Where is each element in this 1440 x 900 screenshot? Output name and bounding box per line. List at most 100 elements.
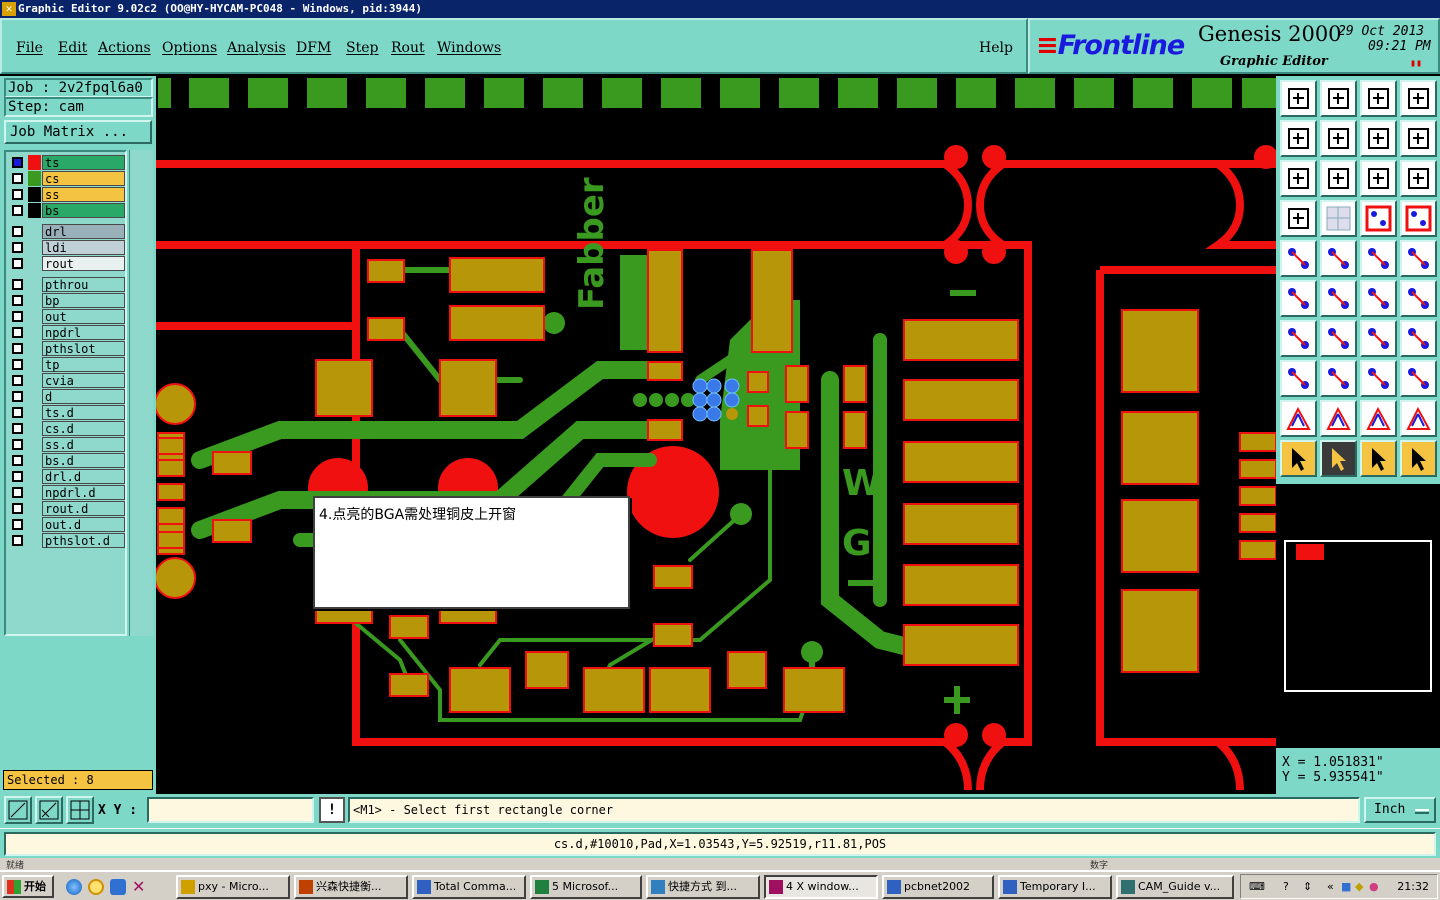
layer-row-pthrou[interactable]: pthrou	[8, 277, 126, 292]
x-app-icon[interactable]: ✕	[132, 879, 148, 895]
layer-checkbox[interactable]	[12, 519, 23, 530]
taskbar-item[interactable]: pxy - Micro...	[176, 875, 290, 899]
pcb-drawing[interactable]: Fabber W G	[156, 76, 1276, 794]
taskbar-item[interactable]: Total Comma...	[412, 875, 526, 899]
menu-help[interactable]: Help	[979, 40, 1013, 56]
taskbar-item[interactable]: 兴森快捷衡...	[294, 875, 408, 899]
overview-viewport[interactable]	[1296, 544, 1324, 560]
layer-checkbox[interactable]	[12, 327, 23, 338]
tool-angle-button[interactable]	[1280, 320, 1317, 357]
menu-edit[interactable]: Edit	[58, 40, 87, 56]
tool-download-button[interactable]	[1320, 80, 1357, 117]
tool-scale-1-2-button[interactable]	[1360, 160, 1397, 197]
layer-row-pthslot-d[interactable]: pthslot.d	[8, 533, 126, 548]
tool-window-split-button[interactable]	[1400, 80, 1437, 117]
pause-icon[interactable]: ▮▮	[1410, 58, 1422, 69]
tool-loop-button[interactable]	[1360, 120, 1397, 157]
tool-triangle-button[interactable]	[1280, 400, 1317, 437]
layer-row-rout-d[interactable]: rout.d	[8, 501, 126, 516]
tool-x-node-button[interactable]	[1320, 280, 1357, 317]
menu-options[interactable]: Options	[162, 40, 217, 56]
layer-checkbox[interactable]	[12, 535, 23, 546]
xy-input[interactable]	[147, 797, 314, 823]
tool-s-curve-button[interactable]	[1400, 120, 1437, 157]
layer-checkbox[interactable]	[12, 343, 23, 354]
tool-select-circle-button[interactable]	[1360, 440, 1397, 477]
network-icon[interactable]: ■	[1341, 880, 1351, 893]
tool-cut-button[interactable]	[1320, 360, 1357, 397]
layer-row-ss[interactable]: ss	[8, 187, 126, 202]
layer-row-drl[interactable]: drl	[8, 224, 126, 239]
layer-checkbox[interactable]	[12, 173, 23, 184]
tool-triangle-a-button[interactable]	[1320, 400, 1357, 437]
layer-checkbox[interactable]	[12, 455, 23, 466]
layer-checkbox[interactable]	[12, 503, 23, 514]
layer-row-npdrl-d[interactable]: npdrl.d	[8, 485, 126, 500]
layer-row-ss-d[interactable]: ss.d	[8, 437, 126, 452]
layer-checkbox[interactable]	[12, 487, 23, 498]
tool-ruler-button[interactable]	[1360, 240, 1397, 277]
layer-checkbox[interactable]	[12, 295, 23, 306]
expand-icon[interactable]: «	[1327, 880, 1334, 893]
arrows-icon[interactable]: ⇕	[1303, 880, 1312, 893]
layer-checkbox[interactable]	[12, 242, 23, 253]
tool-push-left-button[interactable]	[1280, 120, 1317, 157]
layer-checkbox[interactable]	[12, 258, 23, 269]
layer-row-cs-d[interactable]: cs.d	[8, 421, 126, 436]
tool-triangle-outline-button[interactable]	[1360, 400, 1397, 437]
tool-route-button[interactable]	[1400, 440, 1437, 477]
menu-dfm[interactable]: DFM	[296, 40, 331, 56]
help-icon[interactable]: ?	[1283, 880, 1289, 893]
job-matrix-button[interactable]: Job Matrix ...	[4, 120, 152, 144]
tool-resize-box-button[interactable]	[1360, 360, 1397, 397]
layer-scrollbar[interactable]	[129, 150, 153, 636]
tool-line-button[interactable]	[1320, 320, 1357, 357]
taskbar-item[interactable]: 4 X window...	[764, 875, 878, 899]
layer-row-ts[interactable]: ts	[8, 155, 126, 170]
layer-checkbox[interactable]	[12, 391, 23, 402]
tool-select-arrow-button[interactable]	[1280, 440, 1317, 477]
layer-checkbox[interactable]	[12, 311, 23, 322]
tool-triangle-r-button[interactable]	[1400, 400, 1437, 437]
tool-grid-button[interactable]	[1320, 200, 1357, 237]
layer-checkbox[interactable]	[12, 226, 23, 237]
layer-row-ldi[interactable]: ldi	[8, 240, 126, 255]
ie-icon[interactable]	[66, 879, 82, 895]
tool-pad-to-line-button[interactable]	[1280, 360, 1317, 397]
layer-row-cvia[interactable]: cvia	[8, 373, 126, 388]
layer-checkbox[interactable]	[12, 407, 23, 418]
tool-move-node-alt-button[interactable]	[1400, 280, 1437, 317]
tool-arc-button[interactable]	[1360, 320, 1397, 357]
keyboard-icon[interactable]: ⌨	[1249, 880, 1265, 893]
layer-row-tp[interactable]: tp	[8, 357, 126, 372]
start-button[interactable]: 开始	[2, 875, 54, 898]
tool-shapes-button[interactable]	[1400, 360, 1437, 397]
menu-file[interactable]: File	[16, 40, 43, 56]
layer-row-d[interactable]: d	[8, 389, 126, 404]
info-button[interactable]: !	[319, 797, 345, 823]
taskbar-item[interactable]: 快捷方式 到...	[646, 875, 760, 899]
layer-checkbox[interactable]	[12, 157, 23, 168]
tool-pen-tool-button[interactable]	[1280, 200, 1317, 237]
tool-help-button[interactable]	[1400, 160, 1437, 197]
tool-zoom-center-button[interactable]	[1320, 160, 1357, 197]
layer-row-bp[interactable]: bp	[8, 293, 126, 308]
units-select[interactable]: Inch	[1364, 797, 1436, 823]
tray-app-icon[interactable]: ●	[1369, 880, 1379, 893]
clock-app-icon[interactable]	[88, 879, 104, 895]
layer-row-out-d[interactable]: out.d	[8, 517, 126, 532]
layer-checkbox[interactable]	[12, 471, 23, 482]
tool-zoom-fit-button[interactable]	[1280, 160, 1317, 197]
taskbar-item[interactable]: CAM_Guide v...	[1116, 875, 1234, 899]
graphic-canvas[interactable]: Fabber W G	[156, 76, 1276, 794]
tool-red-panel-button[interactable]	[1360, 200, 1397, 237]
app-launcher-icon[interactable]	[110, 879, 126, 895]
taskbar-item[interactable]: Temporary I...	[998, 875, 1112, 899]
menu-step[interactable]: Step	[346, 40, 378, 56]
menu-windows[interactable]: Windows	[437, 40, 501, 56]
layer-row-bs[interactable]: bs	[8, 203, 126, 218]
layer-row-rout[interactable]: rout	[8, 256, 126, 271]
tool-select-box-button[interactable]	[1320, 440, 1357, 477]
tool-split-button[interactable]	[1400, 320, 1437, 357]
tool-house-button[interactable]	[1360, 80, 1397, 117]
